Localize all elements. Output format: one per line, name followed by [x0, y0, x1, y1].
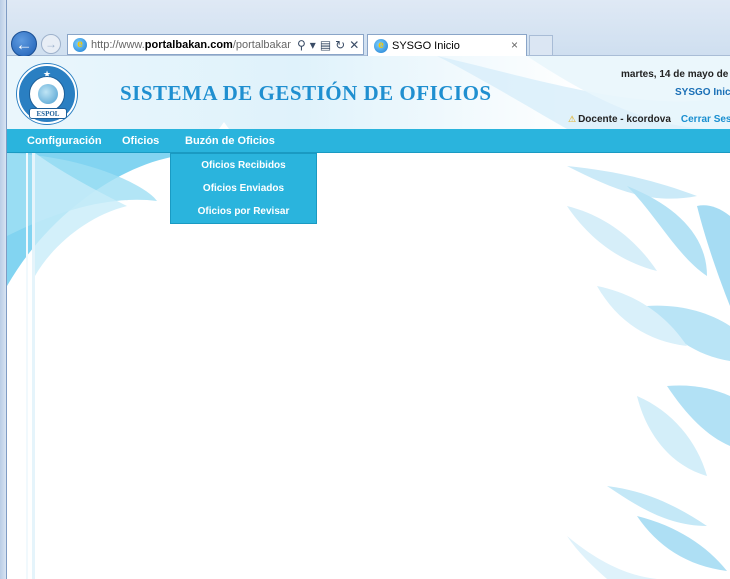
dropdown-arrow-icon[interactable]: ▾ [310, 39, 316, 51]
espol-logo[interactable]: ★ ESPOL [17, 64, 77, 124]
forward-button[interactable]: → [41, 34, 61, 54]
back-arrow-icon: ← [15, 34, 33, 54]
url-prefix: http://www. [91, 38, 145, 51]
dropdown-item-oficios-enviados[interactable]: Oficios Enviados [171, 177, 316, 200]
home-link[interactable]: SYSGO Inici [675, 87, 730, 98]
ie-tab-icon: e [374, 38, 388, 53]
tab-title: SYSGO Inicio [392, 39, 460, 52]
refresh-icon[interactable]: ↻ [335, 39, 345, 51]
globe-icon [38, 84, 58, 104]
back-button[interactable]: ← [11, 31, 37, 57]
url-text[interactable]: http://www.portalbakan.com/portalbakan/I… [91, 39, 291, 51]
dropdown-item-oficios-por-revisar[interactable]: Oficios por Revisar [171, 200, 316, 223]
left-decoration-line [26, 153, 28, 579]
current-date: martes, 14 de mayo de 201 [621, 69, 730, 80]
new-tab-button[interactable] [529, 35, 553, 56]
left-decoration-line-2 [32, 153, 35, 579]
user-info: ⚠Docente - kcordova Cerrar Sesió [568, 114, 730, 125]
warning-icon: ⚠ [568, 114, 577, 124]
menu-pointer-icon [219, 122, 229, 129]
buzon-dropdown-menu: Oficios Recibidos Oficios Enviados Ofici… [170, 153, 317, 224]
ie-page-icon: e [73, 37, 87, 52]
compatibility-view-icon[interactable]: ▤ [320, 39, 331, 51]
browser-toolbar: ← → e http://www.portalbakan.com/portalb… [0, 0, 730, 57]
logo-banner: ESPOL [29, 108, 67, 119]
tab-close-button[interactable]: × [511, 38, 518, 52]
logout-link[interactable]: Cerrar Sesió [681, 114, 730, 125]
user-role: Docente - kcordova [578, 114, 671, 125]
stop-icon[interactable]: ✕ [349, 39, 359, 51]
address-bar[interactable]: e http://www.portalbakan.com/portalbakan… [67, 34, 364, 55]
logo-seal [29, 76, 65, 112]
search-icon[interactable]: ⚲ [297, 39, 306, 51]
url-host: portalbakan.com [144, 38, 233, 51]
web-page: ★ ESPOL SISTEMA DE GESTIÓN DE OFICIOS ma… [7, 56, 730, 579]
forward-arrow-icon: → [45, 37, 57, 51]
page-title: SISTEMA DE GESTIÓN DE OFICIOS [120, 81, 492, 105]
menu-item-buzon-de-oficios[interactable]: Buzón de Oficios [185, 129, 275, 153]
url-path: /portalbakan/Inicio [232, 38, 291, 51]
menu-item-oficios[interactable]: Oficios [122, 129, 159, 153]
window-frame-edge [0, 0, 7, 579]
menu-item-configuracion[interactable]: Configuración [27, 129, 102, 153]
main-menu: Configuración Oficios Buzón de Oficios [7, 129, 730, 153]
dropdown-item-oficios-recibidos[interactable]: Oficios Recibidos [171, 154, 316, 177]
tab-sysgo-inicio[interactable]: e SYSGO Inicio × [367, 34, 527, 56]
